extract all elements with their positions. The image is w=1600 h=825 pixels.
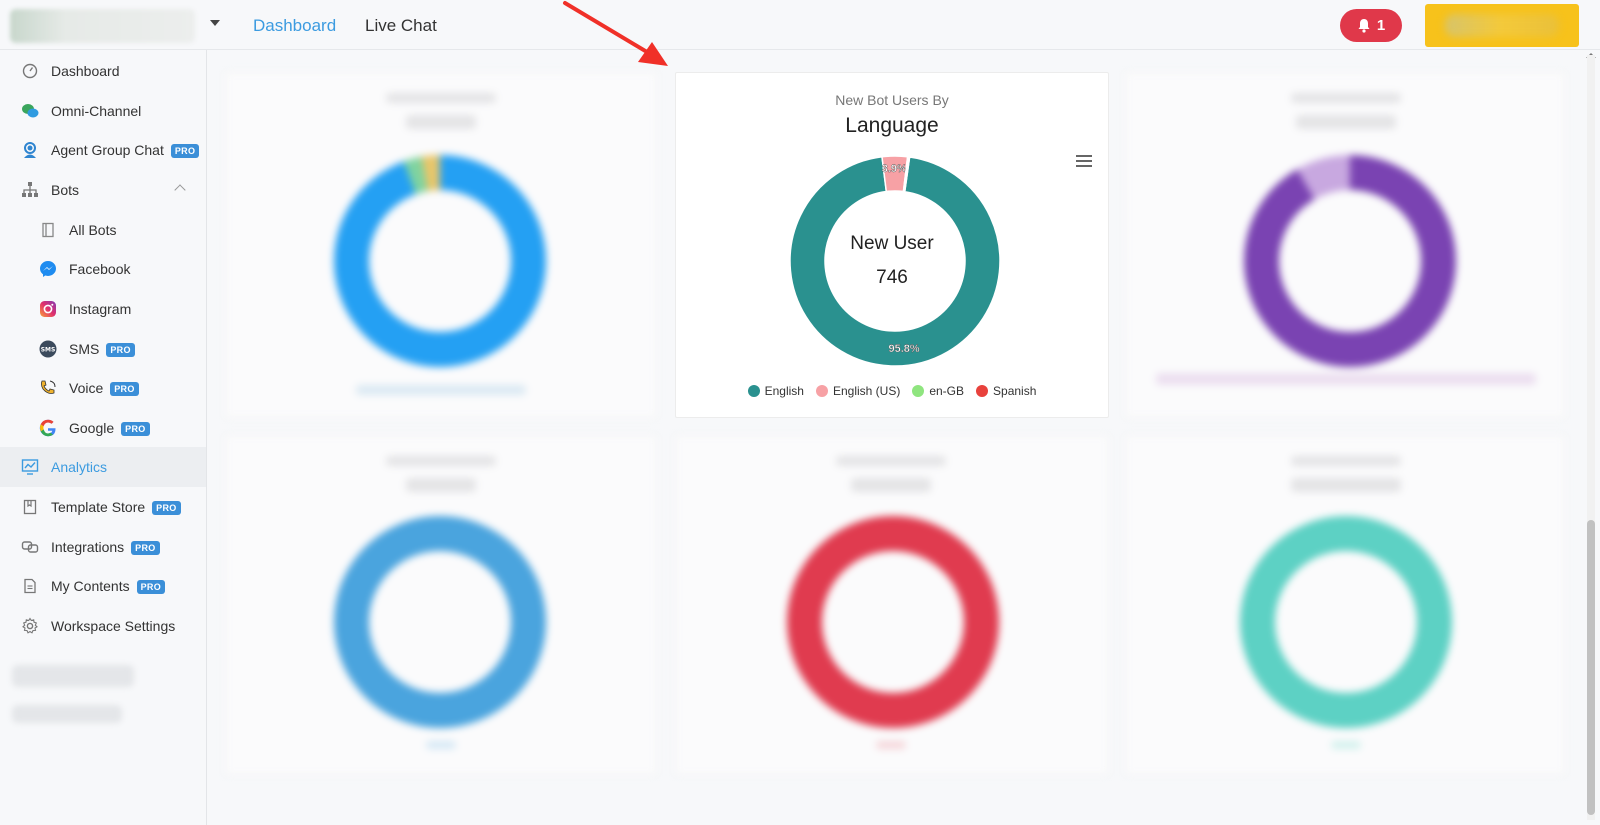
- chart-card-blurred: [225, 435, 657, 775]
- sidebar-item-template-store[interactable]: Template Store PRO: [0, 487, 206, 527]
- sidebar-item-my-contents[interactable]: My Contents PRO: [0, 566, 206, 606]
- sitemap-icon: [21, 181, 39, 199]
- legend-dot-icon: [815, 385, 828, 397]
- legend-item-en-gb[interactable]: en-GB: [912, 384, 964, 398]
- sidebar-item-label: Google PRO: [69, 420, 150, 437]
- chart-card-blurred: [225, 72, 657, 418]
- legend-label: Spanish: [993, 384, 1037, 398]
- google-icon: [39, 419, 57, 437]
- legend-label: en-GB: [929, 384, 965, 398]
- chart-legend: English English (US) en-GB Spanish: [676, 384, 1108, 398]
- chart-card-blurred: [675, 435, 1109, 775]
- legend-label: English: [764, 384, 804, 398]
- sidebar-item-analytics[interactable]: Analytics: [0, 447, 206, 487]
- sidebar-item-label: Dashboard: [51, 63, 120, 79]
- pro-badge: PRO: [110, 382, 139, 397]
- data-label: 3.9%: [882, 163, 907, 175]
- donut-center-title: New User: [850, 233, 934, 254]
- gear-icon: [21, 617, 39, 635]
- sidebar-item-label: Instagram: [69, 301, 132, 317]
- analytics-icon: [21, 458, 39, 476]
- donut-center-value: 746: [876, 267, 908, 288]
- gauge-icon: [21, 62, 39, 80]
- chart-card-blurred: [1125, 435, 1565, 775]
- sidebar-item-workspace-settings[interactable]: Workspace Settings: [0, 606, 206, 646]
- sidebar-item-dashboard[interactable]: Dashboard: [0, 51, 206, 91]
- sidebar-item-bots[interactable]: Bots: [0, 170, 206, 210]
- card-title: Language: [845, 114, 939, 137]
- new-bot-users-by-language-card: New Bot Users By Language 95.8% 3.9% New …: [675, 72, 1109, 418]
- card-subtitle: New Bot Users By: [835, 92, 949, 108]
- notification-button[interactable]: 1: [1340, 9, 1402, 42]
- book-icon: [39, 221, 57, 239]
- user-profile-blurred: [12, 665, 134, 687]
- upgrade-button[interactable]: [1425, 4, 1579, 47]
- legend-dot-icon: [747, 385, 760, 397]
- workspace-selector[interactable]: [10, 9, 195, 43]
- page-scrollbar[interactable]: [1587, 55, 1595, 820]
- hamburger-menu-icon[interactable]: [1076, 155, 1092, 167]
- pro-badge: PRO: [131, 541, 160, 556]
- nav-live-chat[interactable]: Live Chat: [365, 16, 437, 36]
- legend-item-spanish[interactable]: Spanish: [976, 384, 1036, 398]
- sidebar-item-all-bots[interactable]: All Bots: [0, 210, 206, 250]
- sidebar-item-label: All Bots: [69, 222, 117, 238]
- sidebar-item-label: Voice PRO: [69, 380, 139, 397]
- legend-dot-icon: [976, 385, 989, 397]
- pro-badge: PRO: [170, 144, 200, 159]
- svg-text:SMS: SMS: [41, 347, 56, 354]
- sidebar: Dashboard Omni-Channel Agent Group Chat PRO…: [0, 50, 207, 825]
- messenger-icon: [39, 260, 57, 278]
- sidebar-item-sms[interactable]: SMS SMS PRO: [0, 329, 206, 369]
- instagram-icon: [39, 300, 57, 318]
- chevron-up-icon[interactable]: [174, 184, 186, 196]
- pro-badge: PRO: [152, 501, 181, 516]
- bookmark-icon: [21, 498, 39, 516]
- chat-bubbles-icon: [21, 102, 39, 120]
- sidebar-item-facebook[interactable]: Facebook: [0, 249, 206, 289]
- user-profile-blurred: [12, 705, 122, 723]
- sidebar-item-label: Template Store PRO: [51, 499, 181, 516]
- sidebar-item-label: Bots: [51, 182, 80, 198]
- legend-dot-icon: [912, 385, 925, 397]
- bell-icon: [1358, 19, 1370, 33]
- sidebar-item-integrations[interactable]: Integrations PRO: [0, 527, 206, 567]
- legend-label: English (US): [832, 384, 901, 398]
- sidebar-item-label: SMS PRO: [69, 341, 135, 358]
- sidebar-item-label: Integrations PRO: [51, 539, 160, 556]
- language-donut-chart: 95.8% 3.9%: [789, 155, 1001, 367]
- document-icon: [21, 577, 39, 595]
- sidebar-item-label: Omni-Channel: [51, 103, 142, 119]
- pro-badge: PRO: [136, 580, 165, 595]
- phone-icon: [39, 379, 57, 397]
- agent-headset-icon: [21, 141, 39, 159]
- sidebar-item-label: Analytics: [51, 459, 108, 475]
- sidebar-item-omni-channel[interactable]: Omni-Channel: [0, 91, 206, 131]
- sidebar-item-voice[interactable]: Voice PRO: [0, 368, 206, 408]
- nav-dashboard[interactable]: Dashboard: [253, 16, 336, 36]
- data-label: 95.8%: [888, 343, 919, 355]
- sms-icon: SMS: [39, 340, 57, 358]
- pro-badge: PRO: [106, 343, 135, 358]
- link-icon: [21, 538, 39, 556]
- analytics-dashboard: New Bot Users By Language 95.8% 3.9% New …: [207, 50, 1587, 825]
- notification-count: 1: [1376, 17, 1386, 34]
- sidebar-item-agent-group-chat[interactable]: Agent Group Chat PRO: [0, 130, 206, 170]
- sidebar-item-label: My Contents PRO: [51, 578, 165, 595]
- scrollbar-thumb[interactable]: [1587, 520, 1595, 815]
- sidebar-item-label: Facebook: [69, 261, 131, 277]
- chart-card-blurred: [1125, 72, 1565, 418]
- sidebar-item-instagram[interactable]: Instagram: [0, 289, 206, 329]
- legend-item-english[interactable]: English: [747, 384, 804, 398]
- top-bar: Dashboard Live Chat 1: [0, 0, 1600, 50]
- sidebar-item-google[interactable]: Google PRO: [0, 408, 206, 448]
- sidebar-item-label: Agent Group Chat PRO: [51, 142, 200, 159]
- chevron-down-icon[interactable]: [210, 20, 220, 26]
- pro-badge: PRO: [121, 422, 150, 437]
- sidebar-item-label: Workspace Settings: [51, 618, 176, 634]
- legend-item-english-us-[interactable]: English (US): [815, 384, 901, 398]
